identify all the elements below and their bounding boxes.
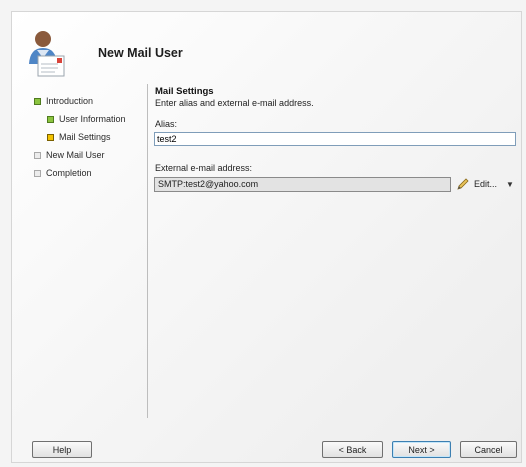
edit-button[interactable]: Edit... ▼ [456,176,514,192]
mail-user-icon [22,28,74,80]
nav-item-label: User Information [59,114,126,124]
nav-item-label: Introduction [46,96,94,106]
section-description: Enter alias and external e-mail address. [155,98,314,108]
divider [147,84,148,418]
section-title: Mail Settings [155,86,214,97]
pencil-icon [457,178,469,190]
alias-input[interactable] [154,132,516,146]
wizard-nav: Introduction User Information Mail Setti… [34,92,144,182]
step-complete-icon [47,115,54,123]
step-pending-icon [34,151,41,159]
step-current-icon [47,133,54,141]
step-complete-icon [34,97,41,105]
external-email-field[interactable]: SMTP:test2@yahoo.com [154,177,451,192]
nav-item-label: New Mail User [46,150,105,160]
nav-item-introduction[interactable]: Introduction [34,92,144,110]
cancel-button[interactable]: Cancel [460,441,517,458]
nav-item-user-information[interactable]: User Information [34,110,144,128]
nav-item-label: Completion [46,168,92,178]
nav-item-mail-settings[interactable]: Mail Settings [34,128,144,146]
wizard-frame [11,11,522,463]
nav-item-label: Mail Settings [59,132,111,142]
page-title: New Mail User [98,46,183,60]
edit-label: Edit... [474,179,498,189]
chevron-down-icon[interactable]: ▼ [506,180,514,189]
next-button[interactable]: Next > [392,441,451,458]
alias-label: Alias: [155,119,178,129]
back-button[interactable]: < Back [322,441,383,458]
nav-item-new-mail-user[interactable]: New Mail User [34,146,144,164]
step-pending-icon [34,169,41,177]
mail-settings-panel: Mail Settings Enter alias and external e… [154,86,516,192]
nav-item-completion[interactable]: Completion [34,164,144,182]
help-button[interactable]: Help [32,441,92,458]
external-email-label: External e-mail address: [155,163,253,173]
